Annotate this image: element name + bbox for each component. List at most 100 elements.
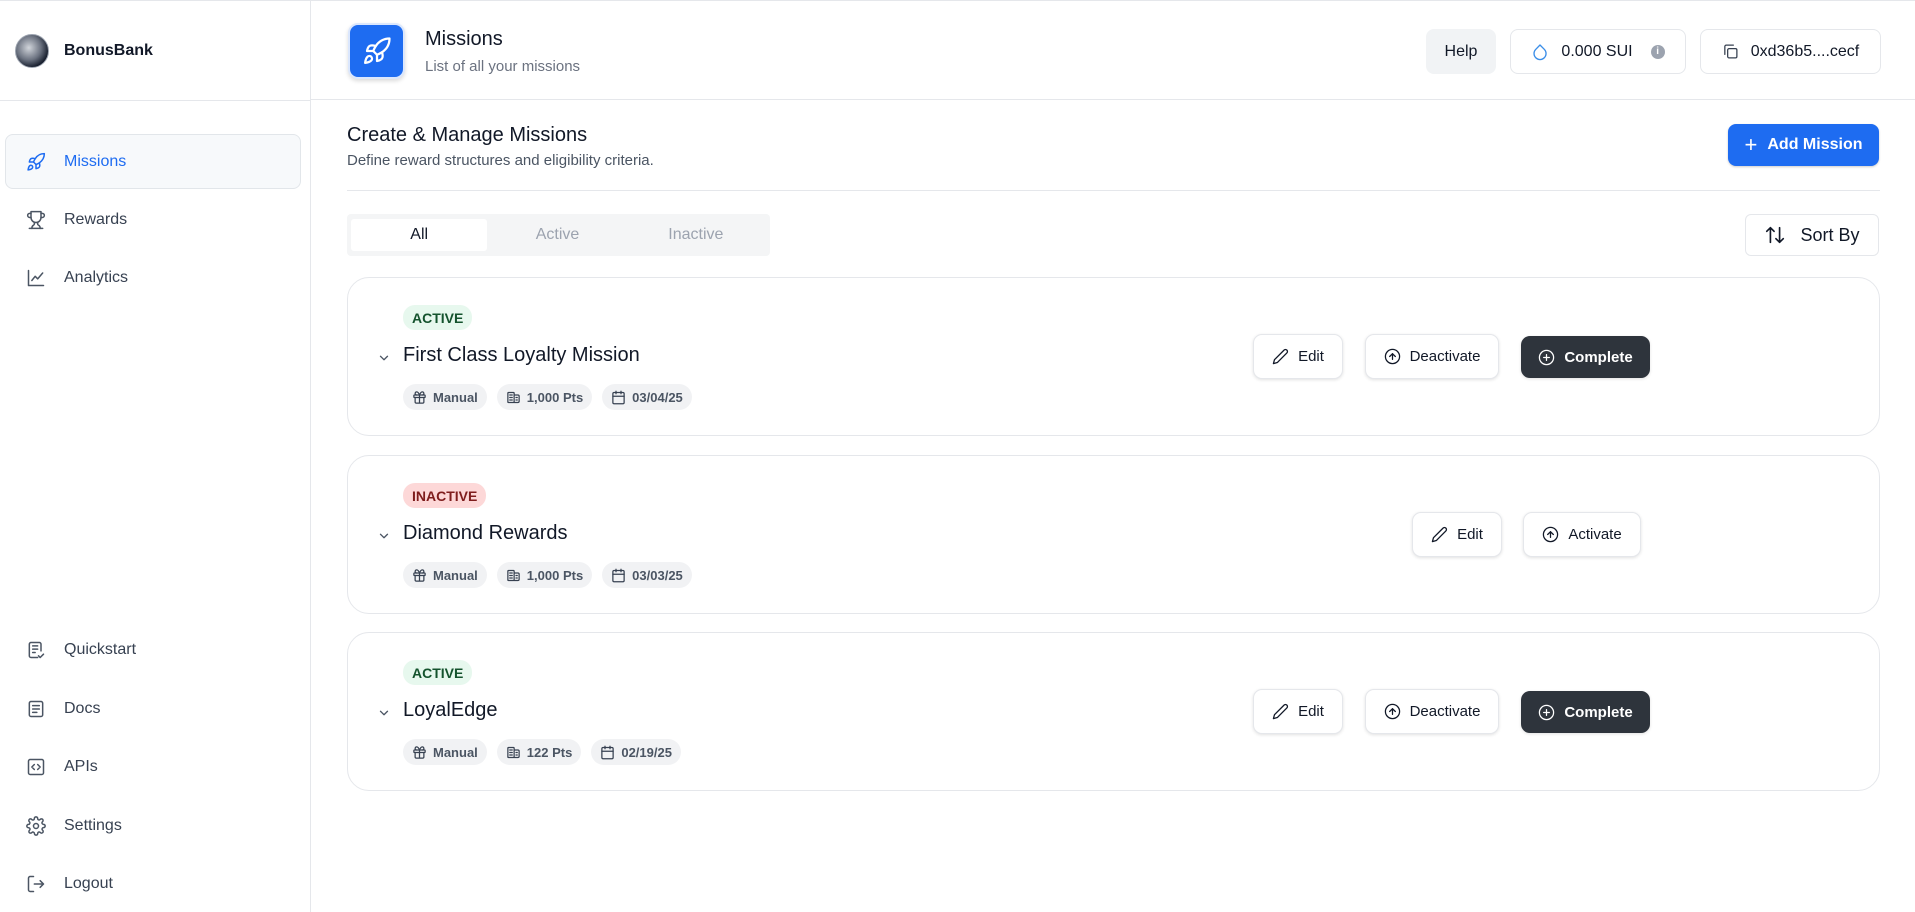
mission-card: INACTIVE Diamond Rewards Manual 1,000 Pt… xyxy=(347,455,1880,614)
tab-all[interactable]: All xyxy=(351,219,488,251)
mission-date: 03/04/25 xyxy=(632,389,683,405)
plus-circle-icon xyxy=(1538,704,1555,721)
mission-type-chip: Manual xyxy=(403,562,487,588)
status-badge: ACTIVE xyxy=(403,660,473,685)
edit-button[interactable]: Edit xyxy=(1253,334,1343,379)
mission-date: 03/03/25 xyxy=(632,567,683,583)
mission-points-chip: 1,000 Pts xyxy=(496,562,593,588)
pencil-icon xyxy=(1272,348,1289,365)
sidebar-item-quickstart[interactable]: Quickstart xyxy=(5,622,301,678)
sidebar-item-label: Analytics xyxy=(64,268,129,286)
sidebar-nav-main: Missions Rewards Analytics xyxy=(5,134,301,308)
brand[interactable]: BonusBank xyxy=(0,1,310,101)
activate-button[interactable]: Activate xyxy=(1523,512,1641,557)
mission-points-chip: 122 Pts xyxy=(496,739,582,765)
sidebar-item-apis[interactable]: APIs xyxy=(5,739,301,795)
mission-title: LoyalEdge xyxy=(403,699,498,721)
mission-type: Manual xyxy=(433,744,478,760)
mission-meta: Manual 122 Pts 02/19/25 xyxy=(403,739,691,765)
filter-tabs: All Active Inactive xyxy=(347,214,770,256)
status-badge: INACTIVE xyxy=(403,483,487,508)
add-mission-button[interactable]: + Add Mission xyxy=(1728,124,1879,166)
mission-card: ACTIVE First Class Loyalty Mission Manua… xyxy=(347,277,1880,436)
sidebar-item-rewards[interactable]: Rewards xyxy=(5,192,301,247)
sidebar-item-label: Settings xyxy=(64,816,122,834)
sidebar-item-docs[interactable]: Docs xyxy=(5,681,301,737)
mission-type-chip: Manual xyxy=(403,384,487,410)
status-badge: ACTIVE xyxy=(403,305,473,330)
chevron-down-icon[interactable] xyxy=(376,705,392,721)
coins-icon xyxy=(506,745,521,760)
info-icon[interactable]: i xyxy=(1650,44,1665,59)
mission-type: Manual xyxy=(433,389,478,405)
section-title: Create & Manage Missions xyxy=(347,124,588,146)
mission-date-chip: 03/04/25 xyxy=(602,384,692,410)
complete-label: Complete xyxy=(1564,703,1633,721)
help-button[interactable]: Help xyxy=(1426,29,1496,74)
mission-title: Diamond Rewards xyxy=(403,522,568,544)
complete-button[interactable]: Complete xyxy=(1521,336,1650,378)
rocket-icon xyxy=(25,151,47,173)
trophy-icon xyxy=(25,209,47,231)
sidebar: BonusBank Missions Rewards Analytics Qui… xyxy=(0,0,311,912)
add-mission-label: Add Mission xyxy=(1767,136,1863,153)
brand-logo xyxy=(15,33,49,68)
deactivate-label: Deactivate xyxy=(1409,348,1481,365)
tab-active[interactable]: Active xyxy=(489,219,625,251)
calendar-icon xyxy=(600,745,615,760)
rocket-icon xyxy=(348,23,405,79)
edit-button[interactable]: Edit xyxy=(1253,689,1343,734)
divider xyxy=(347,190,1880,191)
edit-label: Edit xyxy=(1457,526,1483,543)
logout-icon xyxy=(25,873,47,895)
chevron-down-icon[interactable] xyxy=(376,350,392,366)
deactivate-label: Deactivate xyxy=(1409,703,1481,720)
sort-by-label: Sort By xyxy=(1800,224,1860,245)
gift-icon xyxy=(412,390,427,405)
pencil-icon xyxy=(1431,526,1448,543)
edit-label: Edit xyxy=(1298,348,1324,365)
deactivate-button[interactable]: Deactivate xyxy=(1365,689,1499,734)
plus-circle-icon xyxy=(1538,349,1555,366)
sidebar-item-logout[interactable]: Logout xyxy=(5,856,301,912)
tab-inactive[interactable]: Inactive xyxy=(628,219,764,251)
activate-label: Activate xyxy=(1568,526,1622,543)
edit-label: Edit xyxy=(1298,703,1324,720)
edit-button[interactable]: Edit xyxy=(1412,512,1502,557)
checklist-icon xyxy=(25,639,47,661)
chevron-down-icon[interactable] xyxy=(376,528,392,544)
mission-date-chip: 02/19/25 xyxy=(591,739,681,765)
complete-button[interactable]: Complete xyxy=(1521,691,1650,733)
mission-title: First Class Loyalty Mission xyxy=(403,344,640,366)
balance-button[interactable]: 0.000 SUI i xyxy=(1510,29,1686,74)
pencil-icon xyxy=(1272,703,1289,720)
sidebar-item-label: Missions xyxy=(64,152,127,170)
complete-label: Complete xyxy=(1564,348,1633,366)
sidebar-item-label: Quickstart xyxy=(64,641,137,658)
wallet-address: 0xd36b5....cecf xyxy=(1750,42,1860,60)
mission-points: 1,000 Pts xyxy=(526,567,584,583)
mission-meta: Manual 1,000 Pts 03/03/25 xyxy=(403,562,702,588)
page-subtitle: List of all your missions xyxy=(425,58,581,75)
sidebar-item-label: Logout xyxy=(64,875,113,893)
deactivate-button[interactable]: Deactivate xyxy=(1365,334,1499,379)
sidebar-item-missions[interactable]: Missions xyxy=(5,134,301,189)
mission-meta: Manual 1,000 Pts 03/04/25 xyxy=(403,384,702,410)
arrow-up-circle-icon xyxy=(1384,348,1401,365)
plus-icon: + xyxy=(1744,132,1758,157)
mission-date: 02/19/25 xyxy=(621,744,672,760)
mission-date-chip: 03/03/25 xyxy=(602,562,692,588)
copy-icon xyxy=(1722,43,1739,60)
wallet-address-button[interactable]: 0xd36b5....cecf xyxy=(1700,29,1881,74)
sort-by-button[interactable]: Sort By xyxy=(1745,214,1879,256)
calendar-icon xyxy=(611,390,626,405)
arrow-up-circle-icon xyxy=(1384,703,1401,720)
sidebar-item-analytics[interactable]: Analytics xyxy=(5,250,301,305)
sort-icon xyxy=(1764,224,1786,246)
mission-points: 1,000 Pts xyxy=(526,389,584,405)
sidebar-item-label: APIs xyxy=(64,758,98,776)
sidebar-item-label: Docs xyxy=(64,699,101,717)
sidebar-item-settings[interactable]: Settings xyxy=(5,798,301,854)
mission-card: ACTIVE LoyalEdge Manual 122 Pts 02/19/25… xyxy=(347,632,1880,791)
line-chart-icon xyxy=(25,267,47,289)
